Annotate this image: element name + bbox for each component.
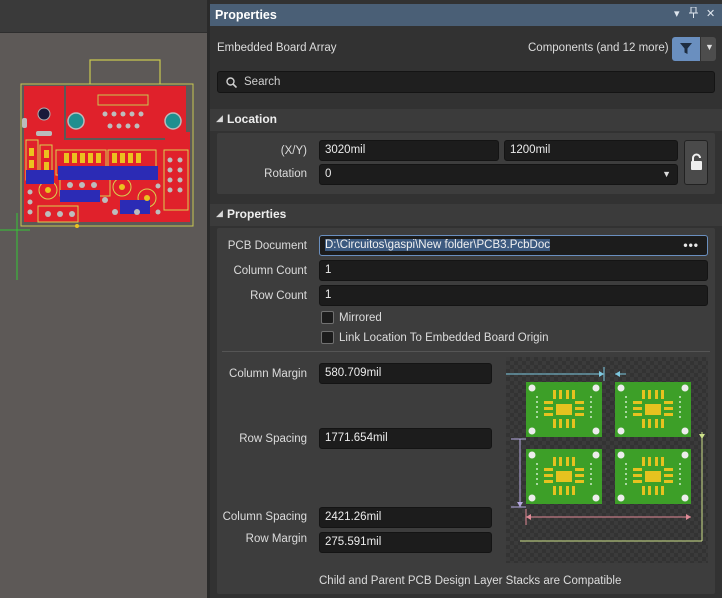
panel-header: Properties ▾ ✕ <box>210 4 722 26</box>
rotation-value: 0 <box>325 168 332 180</box>
column-margin-input[interactable]: 580.709mil <box>319 363 492 384</box>
x-position-input[interactable]: 3020mil <box>319 140 499 161</box>
link-location-label: Link Location To Embedded Board Origin <box>339 332 549 344</box>
mirrored-label: Mirrored <box>339 312 382 324</box>
filter-icon <box>680 43 692 54</box>
xy-label: (X/Y) <box>280 145 307 157</box>
column-spacing-label: Column Spacing <box>222 511 307 523</box>
row-spacing-input[interactable]: 1771.654mil <box>319 428 492 449</box>
column-count-label: Column Count <box>233 265 307 277</box>
row-margin-input[interactable]: 275.591mil <box>319 532 492 553</box>
array-spacing-diagram <box>506 357 708 563</box>
object-type-label: Embedded Board Array <box>217 42 337 54</box>
mirrored-checkbox[interactable] <box>321 311 334 324</box>
link-location-checkbox[interactable] <box>321 331 334 344</box>
rotation-label: Rotation <box>264 168 307 180</box>
search-placeholder: Search <box>244 76 281 88</box>
chevron-down-icon: ▼ <box>705 42 714 52</box>
search-icon <box>226 77 237 88</box>
row-margin-label: Row Margin <box>245 533 307 545</box>
panel-title: Properties <box>215 8 277 22</box>
location-section-title: Location <box>227 112 277 126</box>
column-spacing-input[interactable]: 2421.26mil <box>319 507 492 528</box>
filter-button[interactable] <box>672 37 700 61</box>
browse-ellipsis-icon[interactable]: ••• <box>683 238 699 252</box>
filter-dropdown-button[interactable]: ▼ <box>700 37 716 61</box>
lock-icon <box>691 153 702 170</box>
chevron-down-icon: ▼ <box>662 169 671 179</box>
properties-panel: Properties ▾ ✕ Embedded Board Array Comp… <box>210 0 722 598</box>
search-input[interactable]: Search <box>217 71 715 93</box>
panel-menu-button[interactable]: ▾ <box>674 7 680 20</box>
row-count-label: Row Count <box>250 290 307 302</box>
layer-stack-status: Child and Parent PCB Design Layer Stacks… <box>319 575 622 587</box>
row-count-input[interactable]: 1 <box>319 285 708 306</box>
y-position-input[interactable]: 1200mil <box>504 140 678 161</box>
rotation-select[interactable]: 0 ▼ <box>319 164 678 185</box>
divider <box>222 351 710 352</box>
location-section-header[interactable]: ◢ Location <box>210 109 722 131</box>
properties-section-title: Properties <box>227 207 287 221</box>
properties-section-header[interactable]: ◢ Properties <box>210 204 722 226</box>
pcb-document-value: D:\Circuitos\gaspi\New folder\PCB3.PcbDo… <box>325 239 550 251</box>
pin-icon[interactable] <box>689 6 698 21</box>
collapse-arrow-icon: ◢ <box>216 113 223 123</box>
row-spacing-label: Row Spacing <box>239 433 307 445</box>
close-icon[interactable]: ✕ <box>706 7 715 20</box>
filter-summary-label[interactable]: Components (and 12 more) <box>528 42 669 54</box>
pcb-canvas[interactable] <box>0 0 207 598</box>
pcb-layout-view[interactable] <box>0 0 207 598</box>
collapse-arrow-icon: ◢ <box>216 208 223 218</box>
lock-button[interactable] <box>684 140 708 185</box>
column-count-input[interactable]: 1 <box>319 260 708 281</box>
pcb-document-label: PCB Document <box>227 240 307 252</box>
column-margin-label: Column Margin <box>229 368 307 380</box>
pcb-document-input[interactable]: D:\Circuitos\gaspi\New folder\PCB3.PcbDo… <box>319 235 708 256</box>
